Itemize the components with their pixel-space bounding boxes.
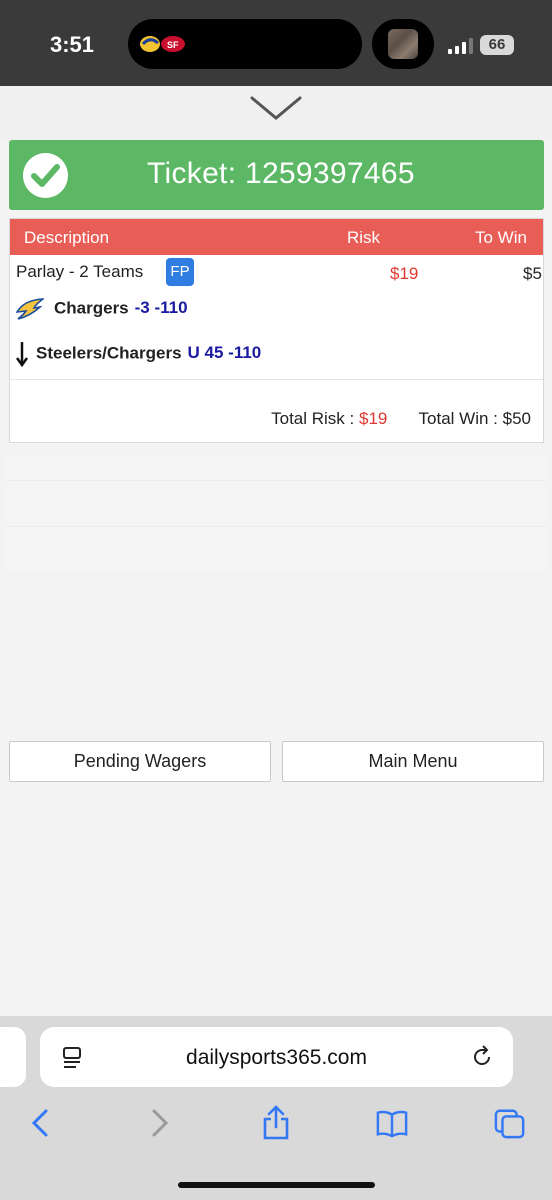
ticket-confirmation-banner: Ticket: 1259397465 [9, 140, 544, 210]
share-icon[interactable] [260, 1105, 292, 1141]
wager-table-header: Description Risk To Win [10, 219, 543, 255]
success-check-icon [23, 153, 68, 198]
activity-thumbnail [388, 29, 418, 59]
faded-background-content [6, 456, 546, 570]
parlay-risk: $19 [390, 264, 419, 283]
chargers-bolt-icon [16, 298, 44, 320]
down-arrow-icon [16, 342, 28, 367]
bookmarks-icon[interactable] [376, 1105, 408, 1141]
leg-line: -3 -110 [134, 298, 188, 318]
total-win-value: $50 [502, 409, 531, 428]
divider [10, 379, 543, 380]
leg-team: Chargers [54, 298, 129, 318]
leg-line: U 45 -110 [187, 343, 262, 363]
previous-tab-preview[interactable] [0, 1027, 26, 1087]
total-risk-label: Total Risk : [271, 409, 355, 428]
leg-chargers: Chargers -3 -110 [16, 298, 188, 320]
forward-icon[interactable] [144, 1105, 176, 1141]
pending-wagers-button[interactable]: Pending Wagers [9, 741, 271, 782]
clock-time: 3:51 [50, 32, 95, 57]
tabs-icon[interactable] [494, 1105, 526, 1141]
signal-icon [448, 38, 473, 54]
leg-team: Steelers/Chargers [36, 343, 182, 363]
parlay-to-win: $5 [523, 264, 542, 283]
svg-text:SF: SF [167, 40, 179, 50]
address-bar[interactable]: dailysports365.com [40, 1027, 513, 1087]
reload-icon[interactable] [470, 1045, 494, 1069]
totals-row: Total Risk : $19 Total Win : $50 [271, 409, 531, 429]
header-description: Description [24, 228, 110, 247]
home-indicator [178, 1182, 375, 1188]
wager-details-card: Description Risk To Win Parlay - 2 Teams… [9, 218, 544, 443]
dynamic-island: SF [128, 19, 362, 69]
header-to-win: To Win [475, 228, 527, 247]
total-win-label: Total Win : [418, 409, 498, 428]
total-risk-value: $19 [359, 409, 388, 428]
dynamic-island-activity [372, 19, 434, 69]
team-logos-icon: SF [140, 36, 185, 52]
header-risk: Risk [347, 228, 381, 247]
status-bar: 3:51 SF 66 [0, 0, 552, 86]
back-icon[interactable] [24, 1105, 56, 1141]
fp-badge: FP [166, 258, 194, 286]
url-text[interactable]: dailysports365.com [40, 1046, 513, 1070]
chevron-down-icon[interactable] [250, 94, 302, 122]
parlay-label: Parlay - 2 Teams [16, 262, 144, 281]
leg-total: Steelers/Chargers U 45 -110 [16, 341, 261, 367]
main-menu-button[interactable]: Main Menu [282, 741, 544, 782]
battery-indicator: 66 [480, 35, 514, 55]
ticket-number: Ticket: 1259397465 [147, 157, 415, 190]
